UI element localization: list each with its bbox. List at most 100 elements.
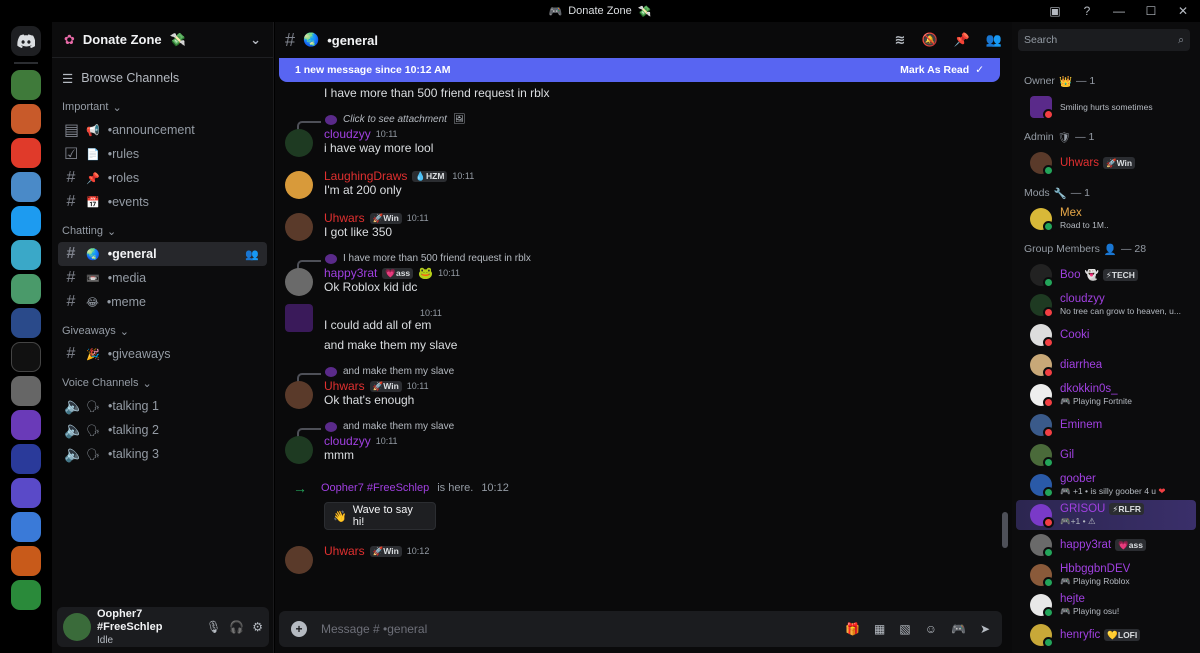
member-item[interactable]: dkokkin0s_ 🎮 Playing Fortnite [1012,380,1200,410]
member-item[interactable]: GRISOU ⚡RLFR 🎮+1 • ⚠ [1016,500,1196,530]
avatar[interactable] [285,213,313,241]
channel-media[interactable]: # 📼 •media [58,266,267,290]
category-chatting[interactable]: Chatting ⌄ [52,220,273,242]
avatar[interactable] [63,613,91,641]
member-item[interactable]: cloudzyy No tree can grow to heaven, u... [1012,290,1200,320]
microphone-icon[interactable]: 🎙 [206,620,221,634]
avatar[interactable] [285,436,313,464]
reply-preview[interactable]: and make them my slave [275,421,1000,440]
close-button[interactable]: ✕ [1174,2,1192,20]
settings-gear-icon[interactable]: ⚙ [252,620,263,634]
pin-icon[interactable]: 📌 [954,32,970,48]
member-item[interactable]: henryfic 💛LOFI [1012,620,1200,650]
server-icon[interactable] [11,240,41,270]
donate-zone-server-icon[interactable] [11,342,41,372]
channel-roles[interactable]: # 📌 •roles [58,166,267,190]
avatar[interactable] [285,129,313,157]
server-icon[interactable] [11,172,41,202]
avatar[interactable] [285,546,313,574]
gift-icon[interactable]: 🎁 [845,622,860,636]
author-name[interactable]: happy3rat [324,266,377,280]
channel-general[interactable]: # 🌏 •general 👥 [58,242,267,266]
avatar[interactable] [285,171,313,199]
message[interactable]: LaughingDraws 💧HZM 10:11 I'm at 200 only [275,169,1000,199]
member-item[interactable]: Eminem [1012,410,1200,440]
message[interactable]: happy3rat 💗ass 🐸 10:11 Ok Roblox kid idc [275,266,1000,296]
server-icon[interactable] [11,410,41,440]
server-header[interactable]: ✿ Donate Zone 💸 ⌄ [52,22,273,58]
headphones-icon[interactable]: 🎧 [229,620,244,634]
server-icon[interactable] [11,546,41,576]
emoji-icon[interactable]: ☺ [925,622,937,636]
server-icon[interactable] [11,206,41,236]
new-messages-banner[interactable]: 1 new message since 10:12 AM Mark As Rea… [279,58,1000,82]
category-important[interactable]: Important ⌄ [52,96,273,118]
member-item[interactable]: Mex Road to 1M.. [1012,204,1200,234]
member-item[interactable]: hejte 🎮 Playing osu! [1012,590,1200,620]
author-name[interactable]: Uhwars [324,211,365,225]
wave-button[interactable]: 👋 Wave to say hi! [324,502,436,530]
channel-giveaways[interactable]: # 🎉 •giveaways [58,342,267,366]
author-name[interactable]: LaughingDraws [324,169,407,183]
send-icon[interactable]: ➤ [980,622,990,636]
message[interactable]: I have more than 500 friend request in r… [275,86,1000,100]
member-item[interactable]: Cooki [1012,320,1200,350]
author-name[interactable]: cloudzyy [324,127,371,141]
server-icon[interactable] [11,376,41,406]
server-icon[interactable] [11,104,41,134]
server-icon[interactable] [11,580,41,610]
message[interactable]: Uhwars 🚀Win 10:12 [275,544,1000,574]
join-username[interactable]: Oopher7 #FreeSchlep [321,482,429,494]
author-name[interactable]: Uhwars [324,379,365,393]
author-name[interactable]: cloudzyy [324,434,371,448]
message[interactable]: 10:11 I could add all of em and make the… [275,304,1000,352]
avatar[interactable] [285,381,313,409]
channel-rules[interactable]: ☑ 📄 •rules [58,142,267,166]
member-item[interactable]: Boo 👻 ⚡TECH [1012,260,1200,290]
voice-channel-talking-3[interactable]: 🔈 🗣 •talking 3 [58,442,267,466]
reply-preview[interactable]: Click to see attachment 🖼 [275,114,1000,133]
message-composer[interactable]: + Message # •general 🎁 ▦ ▧ ☺ 🎮 ➤ [279,611,1002,647]
user-info[interactable]: Oopher7 #FreeSchlep Idle [97,608,200,647]
browse-channels[interactable]: ☰ Browse Channels [52,60,273,96]
member-list-icon[interactable]: 👥 [986,32,1002,48]
inbox-icon[interactable]: ▣ [1046,2,1064,20]
server-icon[interactable] [11,70,41,100]
avatar[interactable] [285,268,313,296]
message[interactable]: Uhwars 🚀Win 10:11 Ok that's enough [275,379,1000,409]
voice-channel-talking-1[interactable]: 🔈 🗣 •talking 1 [58,394,267,418]
reply-preview[interactable]: and make them my slave [275,366,1000,385]
message[interactable]: cloudzyy 10:11 mmm [275,434,1000,464]
channel-announcement[interactable]: ▤ 📢 •announcement [58,118,267,142]
server-icon[interactable] [11,308,41,338]
message-input[interactable]: Message # •general [321,622,831,636]
member-item[interactable]: diarrhea [1012,350,1200,380]
gif-icon[interactable]: ▦ [874,622,885,636]
server-icon[interactable] [11,478,41,508]
mute-bell-icon[interactable]: 🔕 [921,32,937,48]
add-attachment-icon[interactable]: + [291,621,307,637]
category-voice[interactable]: Voice Channels ⌄ [52,372,273,394]
member-item[interactable]: HbbggbnDEV 🎮 Playing Roblox [1012,560,1200,590]
minimize-button[interactable]: — [1110,2,1128,20]
message[interactable]: Uhwars 🚀Win 10:11 I got like 350 [275,211,1000,241]
member-item[interactable]: Uhwars 🚀Win [1012,148,1200,178]
channel-meme[interactable]: # 😂 •meme [58,290,267,314]
member-item[interactable]: Smiling hurts sometimes [1012,92,1200,122]
server-icon[interactable] [11,138,41,168]
search-input[interactable]: Search ⌕ [1018,29,1190,51]
message[interactable]: cloudzyy 10:11 i have way more lool [275,127,1000,157]
game-controller-icon[interactable]: 🎮 [951,622,966,636]
threads-icon[interactable]: ≋ [895,32,906,48]
server-icon[interactable] [11,274,41,304]
add-member-icon[interactable]: 👥 [245,248,259,261]
member-item[interactable]: happy3rat 💗ass [1012,530,1200,560]
avatar[interactable] [285,304,313,332]
channel-events[interactable]: # 📅 •events [58,190,267,214]
scrollbar-thumb[interactable] [1002,512,1008,548]
help-icon[interactable]: ? [1078,2,1096,20]
server-icon[interactable] [11,512,41,542]
reply-preview[interactable]: I have more than 500 friend request in r… [275,253,1000,272]
discord-home-icon[interactable] [11,26,41,56]
author-name[interactable]: Uhwars [324,544,365,558]
